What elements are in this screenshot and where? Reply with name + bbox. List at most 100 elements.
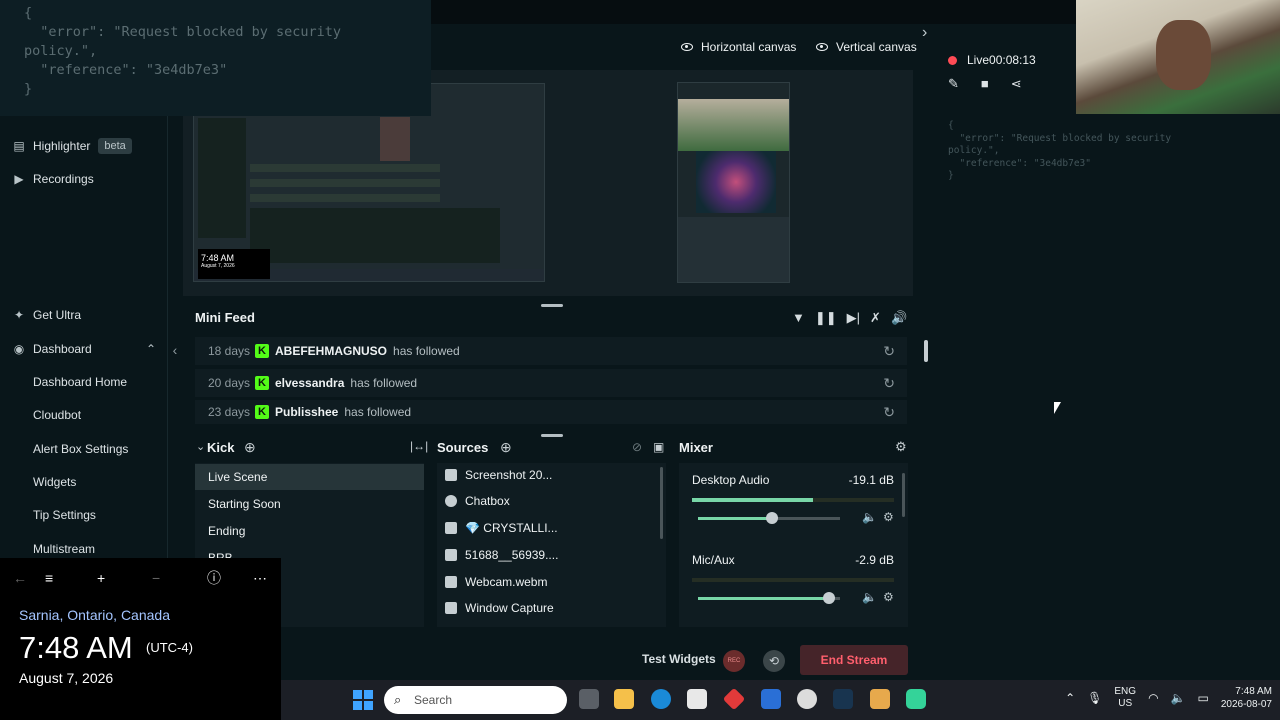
scene-transition-icon[interactable]: |↔| bbox=[410, 439, 428, 453]
filter-icon[interactable]: ▼ bbox=[792, 310, 805, 326]
add-folder-icon[interactable]: ▣ bbox=[653, 440, 664, 454]
menu-icon[interactable]: ≡ bbox=[45, 570, 53, 586]
sidebar-item-widgets[interactable]: Widgets bbox=[33, 475, 76, 489]
slider-knob[interactable] bbox=[822, 592, 835, 604]
scene-item[interactable]: Ending bbox=[195, 518, 424, 544]
mute-alerts-icon[interactable]: ✗ bbox=[870, 310, 881, 326]
share-icon[interactable]: ⋖ bbox=[1011, 76, 1022, 92]
file-explorer-icon[interactable] bbox=[614, 689, 634, 709]
event-user: ABEFEHMAGNUSO bbox=[275, 344, 388, 358]
scene-item[interactable]: Live Scene bbox=[195, 464, 424, 490]
list-item[interactable]: 18 days K ABEFEHMAGNUSO has followed ↻ bbox=[195, 337, 907, 365]
sidebar-item-get-ultra[interactable]: ✦ Get Ultra bbox=[12, 308, 81, 322]
source-item[interactable]: Screenshot 20... bbox=[445, 468, 552, 482]
vertical-canvas-preview[interactable] bbox=[677, 82, 790, 283]
replay-icon[interactable]: ↻ bbox=[883, 375, 895, 392]
language-indicator[interactable]: ENG US bbox=[1114, 686, 1136, 710]
vertical-canvas-toggle[interactable]: Vertical canvas bbox=[816, 40, 917, 54]
app-icon[interactable] bbox=[722, 687, 746, 711]
sidebar-item-alert-box-settings[interactable]: Alert Box Settings bbox=[33, 442, 128, 456]
minus-icon[interactable]: − bbox=[152, 570, 160, 586]
wifi-icon[interactable]: ◠ bbox=[1148, 691, 1158, 705]
chat-icon bbox=[445, 495, 457, 507]
list-item[interactable]: 23 days K Publisshee has followed ↻ bbox=[195, 400, 907, 424]
sidebar-item-dashboard[interactable]: ◉ Dashboard ⌃ bbox=[12, 342, 156, 356]
task-view-icon[interactable] bbox=[579, 689, 599, 709]
source-label: 51688__56939.... bbox=[465, 548, 559, 562]
live-timer: 00:08:13 bbox=[989, 53, 1036, 67]
streamlabs-icon[interactable] bbox=[906, 689, 926, 709]
scrollbar[interactable] bbox=[660, 467, 663, 539]
end-stream-button[interactable]: End Stream bbox=[800, 645, 908, 675]
taskbar-date: 2026-08-07 bbox=[1220, 699, 1272, 710]
windows-start-icon[interactable] bbox=[353, 690, 373, 710]
source-item[interactable]: 51688__56939.... bbox=[445, 548, 558, 562]
resize-handle[interactable] bbox=[541, 434, 563, 437]
replay-icon[interactable]: ↻ bbox=[883, 404, 895, 421]
volume-slider[interactable] bbox=[698, 592, 840, 604]
add-source-icon[interactable]: ⊕ bbox=[500, 439, 512, 456]
sidebar-item-highlighter[interactable]: ▤ Highlighter beta bbox=[12, 138, 132, 154]
outlook-icon[interactable] bbox=[761, 689, 781, 709]
test-widgets-button[interactable]: Test Widgets bbox=[642, 652, 716, 666]
taskbar-search-input[interactable]: ⌕ Search bbox=[384, 686, 567, 714]
skip-icon[interactable]: ▶| bbox=[847, 310, 860, 326]
gear-icon[interactable]: ⚙ bbox=[883, 510, 894, 524]
chevron-right-icon[interactable]: › bbox=[922, 24, 927, 42]
gear-icon[interactable]: ⚙ bbox=[895, 439, 907, 455]
steam-icon[interactable] bbox=[833, 689, 853, 709]
add-scene-icon[interactable]: ⊕ bbox=[244, 439, 256, 456]
more-icon[interactable]: ⋯ bbox=[253, 570, 267, 587]
sidebar-item-dashboard-home[interactable]: Dashboard Home bbox=[33, 375, 127, 389]
volume-slider[interactable] bbox=[698, 512, 840, 524]
add-icon[interactable]: + bbox=[97, 570, 105, 586]
camera-icon[interactable]: ■ bbox=[981, 76, 989, 92]
info-icon[interactable]: ⓘ bbox=[207, 568, 221, 588]
store-icon[interactable] bbox=[687, 689, 707, 709]
scrollbar[interactable] bbox=[902, 473, 905, 517]
chevron-up-icon[interactable]: ⌃ bbox=[1065, 691, 1075, 705]
replay-buffer-button[interactable]: ⟲ bbox=[763, 650, 785, 672]
battery-icon[interactable]: ▭ bbox=[1198, 691, 1209, 705]
sidebar-item-multistream[interactable]: Multistream bbox=[33, 542, 95, 556]
system-tray: ⌃ 🎙 ENG US ◠ 🔈 ▭ 7:48 AM 2026-08-07 bbox=[1065, 685, 1272, 711]
horizontal-canvas-toggle[interactable]: Horizontal canvas bbox=[681, 40, 796, 54]
edge-icon[interactable] bbox=[651, 689, 671, 709]
chevron-up-icon[interactable]: ⌃ bbox=[146, 342, 156, 356]
clock-app-icon[interactable] bbox=[797, 689, 817, 709]
record-button[interactable]: REC bbox=[723, 650, 745, 672]
source-item[interactable]: 💎 CRYSTALLI... bbox=[445, 521, 558, 535]
sidebar-item-cloudbot[interactable]: Cloudbot bbox=[33, 408, 81, 422]
source-item[interactable]: Window Capture bbox=[445, 601, 554, 615]
edit-icon[interactable]: ✎ bbox=[948, 76, 959, 92]
source-item[interactable]: Webcam.webm bbox=[445, 575, 547, 589]
collapse-sidebar-icon[interactable]: ‹ bbox=[168, 342, 182, 360]
sidebar-item-recordings[interactable]: ▶ Recordings bbox=[12, 172, 93, 186]
sidebar-item-label: Get Ultra bbox=[33, 308, 82, 322]
scene-item[interactable]: Starting Soon bbox=[195, 491, 424, 517]
list-item[interactable]: 20 days K elvessandra has followed ↻ bbox=[195, 369, 907, 397]
slider-knob[interactable] bbox=[765, 512, 778, 524]
microphone-icon[interactable]: 🎙 bbox=[1087, 691, 1102, 705]
app-icon[interactable] bbox=[870, 689, 890, 709]
sidebar-item-tip-settings[interactable]: Tip Settings bbox=[33, 508, 96, 522]
source-item[interactable]: Chatbox bbox=[445, 494, 510, 508]
link-icon[interactable]: ⊘ bbox=[632, 440, 642, 454]
file-icon bbox=[445, 522, 457, 534]
audio-mixer: Desktop Audio -19.1 dB 🔈 ⚙ Mic/Aux -2.9 … bbox=[679, 463, 908, 627]
back-icon[interactable]: ← bbox=[13, 570, 27, 586]
preview-row bbox=[250, 179, 440, 187]
gear-icon[interactable]: ⚙ bbox=[883, 590, 894, 604]
scene-collection-title[interactable]: Kick bbox=[207, 440, 234, 455]
pause-icon[interactable]: ❚❚ bbox=[815, 310, 837, 326]
volume-icon[interactable]: 🔈 bbox=[862, 510, 877, 524]
volume-icon[interactable]: 🔈 bbox=[862, 590, 877, 604]
volume-icon[interactable]: 🔊 bbox=[891, 310, 907, 326]
taskbar-clock[interactable]: 7:48 AM 2026-08-07 bbox=[1221, 685, 1272, 711]
speaker-icon[interactable]: 🔈 bbox=[1171, 691, 1186, 705]
scrollbar[interactable] bbox=[924, 340, 928, 362]
replay-icon[interactable]: ↻ bbox=[883, 343, 895, 360]
resize-handle[interactable] bbox=[541, 304, 563, 307]
side-error-text: { "error": "Request blocked by security … bbox=[948, 120, 1172, 181]
chevron-down-icon[interactable]: ⌄ bbox=[196, 440, 205, 453]
